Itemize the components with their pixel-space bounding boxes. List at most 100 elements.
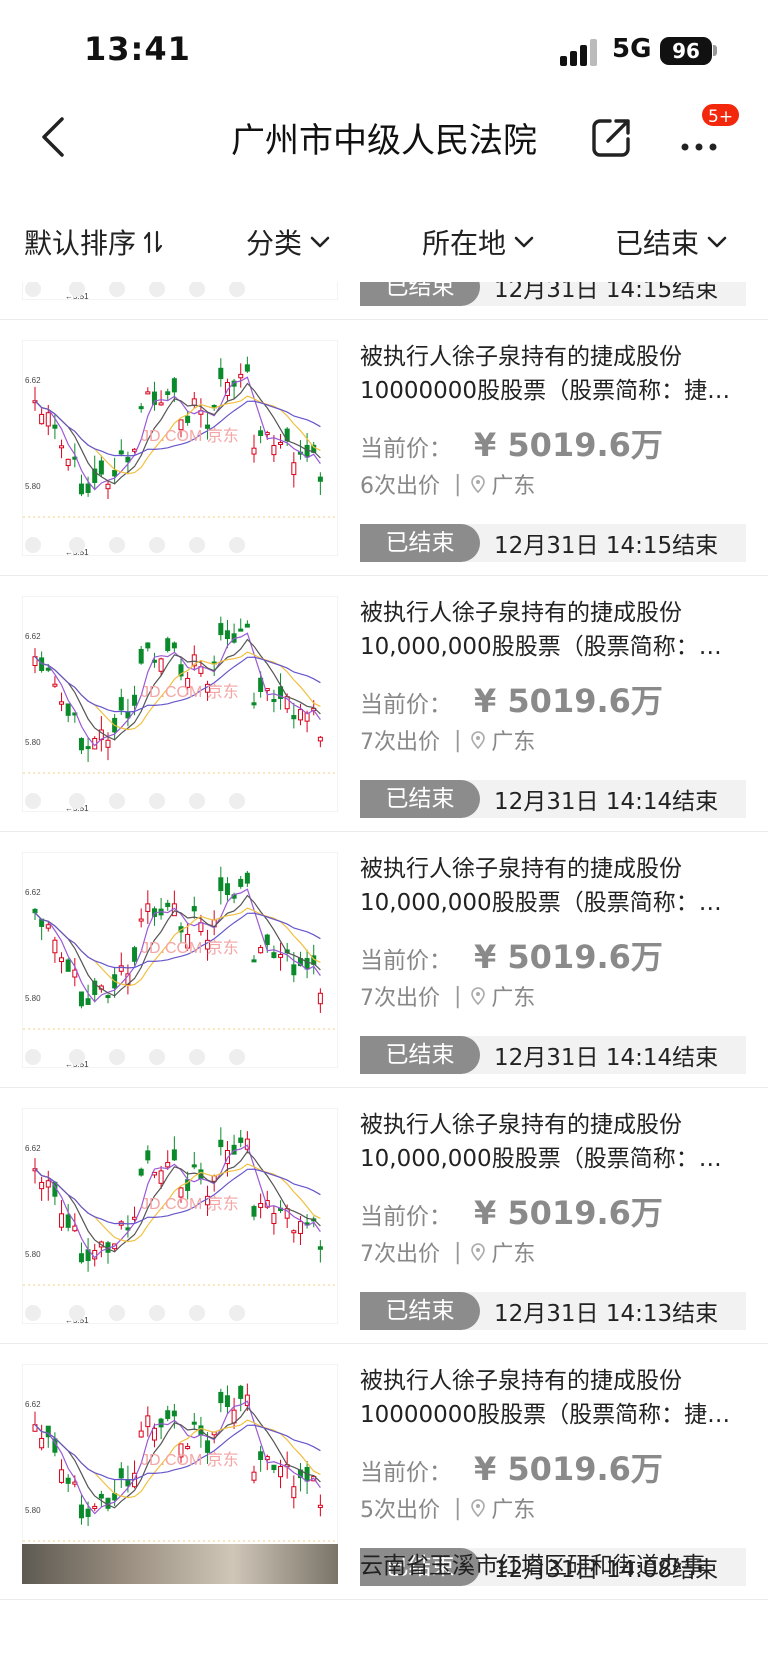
item-title-line: 10,000,000股股票（股票简称：捷成股份）	[360, 634, 742, 660]
candle-body	[165, 902, 171, 907]
item-thumbnail[interactable]	[22, 1544, 338, 1584]
item-title: 被执行人徐子泉持有的捷成股份 10000000股股票（股票简称：捷成股份）	[360, 340, 750, 408]
candle-body	[218, 877, 224, 892]
candle-body	[145, 391, 151, 395]
item-title-line: 10,000,000股股票（股票简称：捷成股份）	[360, 890, 742, 916]
price-label: 当前价：	[360, 436, 452, 462]
sort-filter[interactable]: 默认排序	[24, 222, 163, 262]
item-title-line: 被执行人徐子泉持有的捷成股份	[360, 1368, 682, 1394]
item-title-line: 被执行人徐子泉持有的捷成股份	[360, 600, 682, 626]
candle-body	[238, 1385, 244, 1399]
meta-row: 5次出价 | 广东	[360, 1492, 750, 1524]
chart-control-icon	[109, 1049, 125, 1065]
chart-control-icon	[189, 282, 205, 297]
candle-body	[138, 1168, 144, 1176]
candle-body	[191, 398, 197, 406]
location-filter-label: 所在地	[422, 227, 507, 260]
chart-control-icon	[109, 793, 125, 809]
candle-body	[78, 483, 84, 495]
location-filter[interactable]: 所在地	[422, 222, 534, 262]
chart-control-icon	[25, 282, 41, 297]
category-filter[interactable]: 分类	[246, 222, 330, 262]
list-item[interactable]: JD.COM 京东6.625.80←5.51 被执行人徐子泉持有的捷成股份 10…	[0, 576, 768, 832]
candle-body	[98, 1493, 104, 1499]
status-filter[interactable]: 已结束	[615, 222, 727, 262]
meta-row: 7次出价 | 广东	[360, 1236, 750, 1268]
location-pin-icon	[471, 1499, 486, 1517]
location: 广东	[491, 1498, 536, 1523]
candle-body	[238, 878, 244, 887]
candle-body	[297, 1221, 303, 1234]
candle-body	[258, 1202, 264, 1208]
candle-body	[158, 402, 164, 406]
list-item[interactable]: JD.COM 京东6.625.80←5.51 被执行人徐子泉持有的捷成股份 10…	[0, 832, 768, 1088]
share-button[interactable]	[590, 115, 634, 159]
chart-control-icon	[69, 537, 85, 553]
candle-body	[251, 959, 257, 963]
status-row: 已结束 12月31日 14:15结束	[360, 524, 746, 562]
list-item[interactable]: JD.COM 京东6.625.80←5.51 已结束 12月31日 14:15结…	[0, 282, 768, 320]
price-high-label: 6.62	[25, 632, 41, 641]
candle-body	[132, 947, 138, 962]
candle-body	[105, 739, 111, 748]
candle-body	[251, 447, 257, 455]
divider: |	[454, 471, 462, 497]
item-title-line: 10000000股股票（股票简称：捷成股份）	[360, 1402, 742, 1428]
chart-control-icon	[229, 1305, 245, 1321]
candle-body	[39, 413, 45, 425]
candle-body	[251, 1206, 257, 1217]
bid-count: 7次出价	[360, 730, 440, 755]
item-title-line: 10000000股股票（股票简称：捷成股份）	[360, 378, 742, 404]
candle-body	[59, 701, 65, 705]
candle-body	[45, 924, 51, 929]
status-filter-label: 已结束	[615, 227, 700, 260]
location: 广东	[491, 474, 536, 499]
candle-body	[118, 1468, 124, 1479]
current-price: ¥ 5019.6万	[474, 938, 663, 976]
divider: |	[454, 983, 462, 1009]
candle-body	[138, 1430, 144, 1438]
candle-body	[158, 1418, 164, 1428]
candle-body	[59, 1469, 65, 1483]
list-item[interactable]: JD.COM 京东6.625.80←5.51 被执行人徐子泉持有的捷成股份 10…	[0, 320, 768, 576]
candle-body	[271, 444, 277, 456]
jd-watermark: JD.COM 京东	[141, 427, 239, 445]
candle-body	[85, 483, 91, 493]
candle-body	[78, 738, 84, 751]
sort-arrows-icon	[144, 230, 163, 254]
category-filter-label: 分类	[246, 227, 303, 260]
current-price: ¥ 5019.6万	[474, 1194, 663, 1232]
meta-row: 6次出价 | 广东	[360, 468, 750, 500]
candle-body	[45, 667, 51, 671]
jd-watermark: JD.COM 京东	[141, 1451, 239, 1469]
divider: |	[454, 727, 462, 753]
item-thumbnail: JD.COM 京东6.625.80←5.51	[22, 852, 338, 1068]
price-row: 当前价： ¥ 5019.6万	[360, 676, 750, 720]
location-pin-icon	[471, 475, 486, 493]
candle-body	[291, 1230, 297, 1234]
candle-body	[165, 638, 171, 651]
chart-control-icon	[149, 537, 165, 553]
list-item[interactable]: JD.COM 京东6.625.80←5.51 被执行人徐子泉持有的捷成股份 10…	[0, 1088, 768, 1344]
candle-body	[171, 378, 177, 393]
candle-body	[278, 441, 284, 445]
candle-body	[151, 1427, 157, 1441]
candle-body	[112, 469, 118, 477]
candle-body	[105, 483, 111, 490]
price-high-label: 6.62	[25, 1400, 41, 1409]
jd-watermark: JD.COM 京东	[141, 683, 239, 701]
item-title: 被执行人徐子泉持有的捷成股份 10,000,000股股票（股票简称：捷成股份）	[360, 596, 750, 664]
status-bar: 13:41 5G 96	[0, 0, 768, 100]
candle-body	[218, 1391, 224, 1404]
status-row: 已结束 12月31日 14:15结束	[360, 282, 746, 306]
signal-icon	[560, 38, 602, 66]
candle-body	[39, 1181, 45, 1190]
candle-body	[65, 458, 71, 467]
candle-body	[317, 476, 323, 482]
item-title[interactable]: 云南省玉溪市红塔区研和街道办事	[360, 1546, 750, 1580]
candle-body	[317, 1504, 323, 1508]
candle-body	[191, 1421, 197, 1425]
battery-icon: 96	[660, 37, 712, 65]
price-mid-label: 5.80	[25, 994, 41, 1003]
chart-control-icon	[109, 282, 125, 297]
